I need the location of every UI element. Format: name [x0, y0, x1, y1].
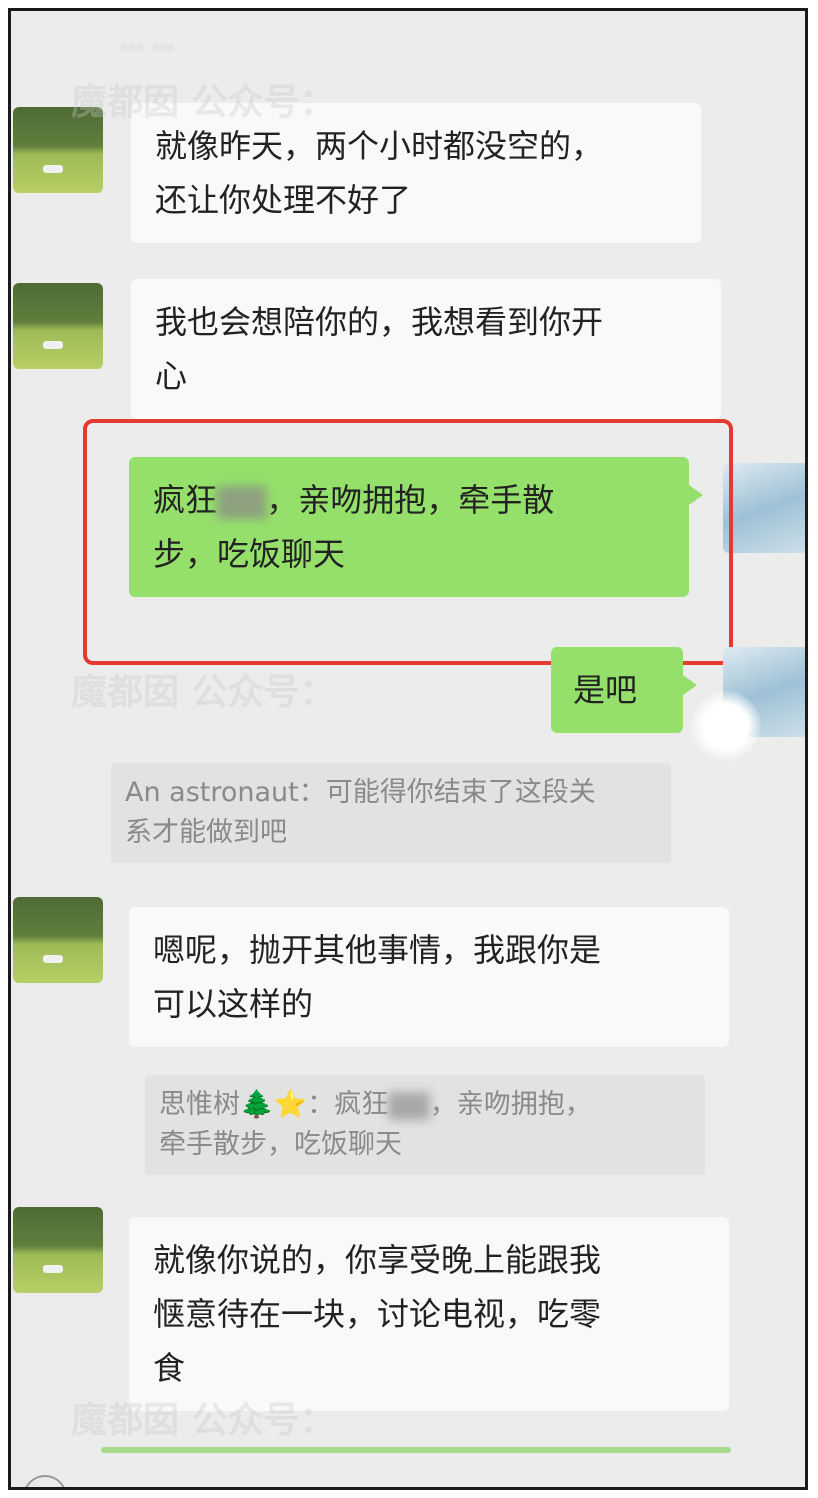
light-glare: [691, 691, 761, 761]
message-bubble[interactable]: 我也会想陪你的，我想看到你开 心: [131, 279, 721, 419]
tree-emoji: 🌲: [240, 1089, 274, 1120]
contact-avatar[interactable]: [13, 1207, 103, 1293]
user-avatar[interactable]: [723, 463, 805, 553]
sent-message-bubble[interactable]: 是吧: [551, 647, 697, 733]
quoted-reply[interactable]: An astronaut：可能得你结束了这段关 系才能做到吧: [111, 763, 671, 863]
quote-sender: 思惟树: [159, 1089, 240, 1120]
contact-avatar[interactable]: [13, 897, 103, 983]
input-bar-edge: [101, 1447, 731, 1453]
watermark: 魔都囡 公众号：: [71, 672, 336, 713]
voice-button[interactable]: [23, 1475, 67, 1487]
censored-text: ▇▇: [388, 1089, 430, 1120]
chat-screenshot: ... ... 就像昨天，两个小时都没空的， 还让你处理不好了 我也会想陪你的，…: [8, 8, 808, 1490]
contact-avatar[interactable]: [13, 107, 103, 193]
quoted-reply[interactable]: 思惟树🌲⭐：疯狂▇▇，亲吻拥抱， 牵手散步，吃饭聊天: [145, 1075, 705, 1175]
quote-text-start: ：疯狂: [307, 1089, 389, 1120]
message-bubble[interactable]: 就像你说的，你享受晚上能跟我 惬意待在一块，讨论电视，吃零 食: [129, 1217, 729, 1411]
message-bubble[interactable]: 就像昨天，两个小时都没空的， 还让你处理不好了: [131, 103, 701, 243]
faded-header-text: ... ...: [121, 27, 175, 55]
message-bubble[interactable]: 嗯呢，抛开其他事情，我跟你是 可以这样的: [129, 907, 729, 1047]
star-emoji: ⭐: [273, 1089, 308, 1120]
contact-avatar[interactable]: [13, 283, 103, 369]
red-highlight-box: [83, 419, 733, 665]
